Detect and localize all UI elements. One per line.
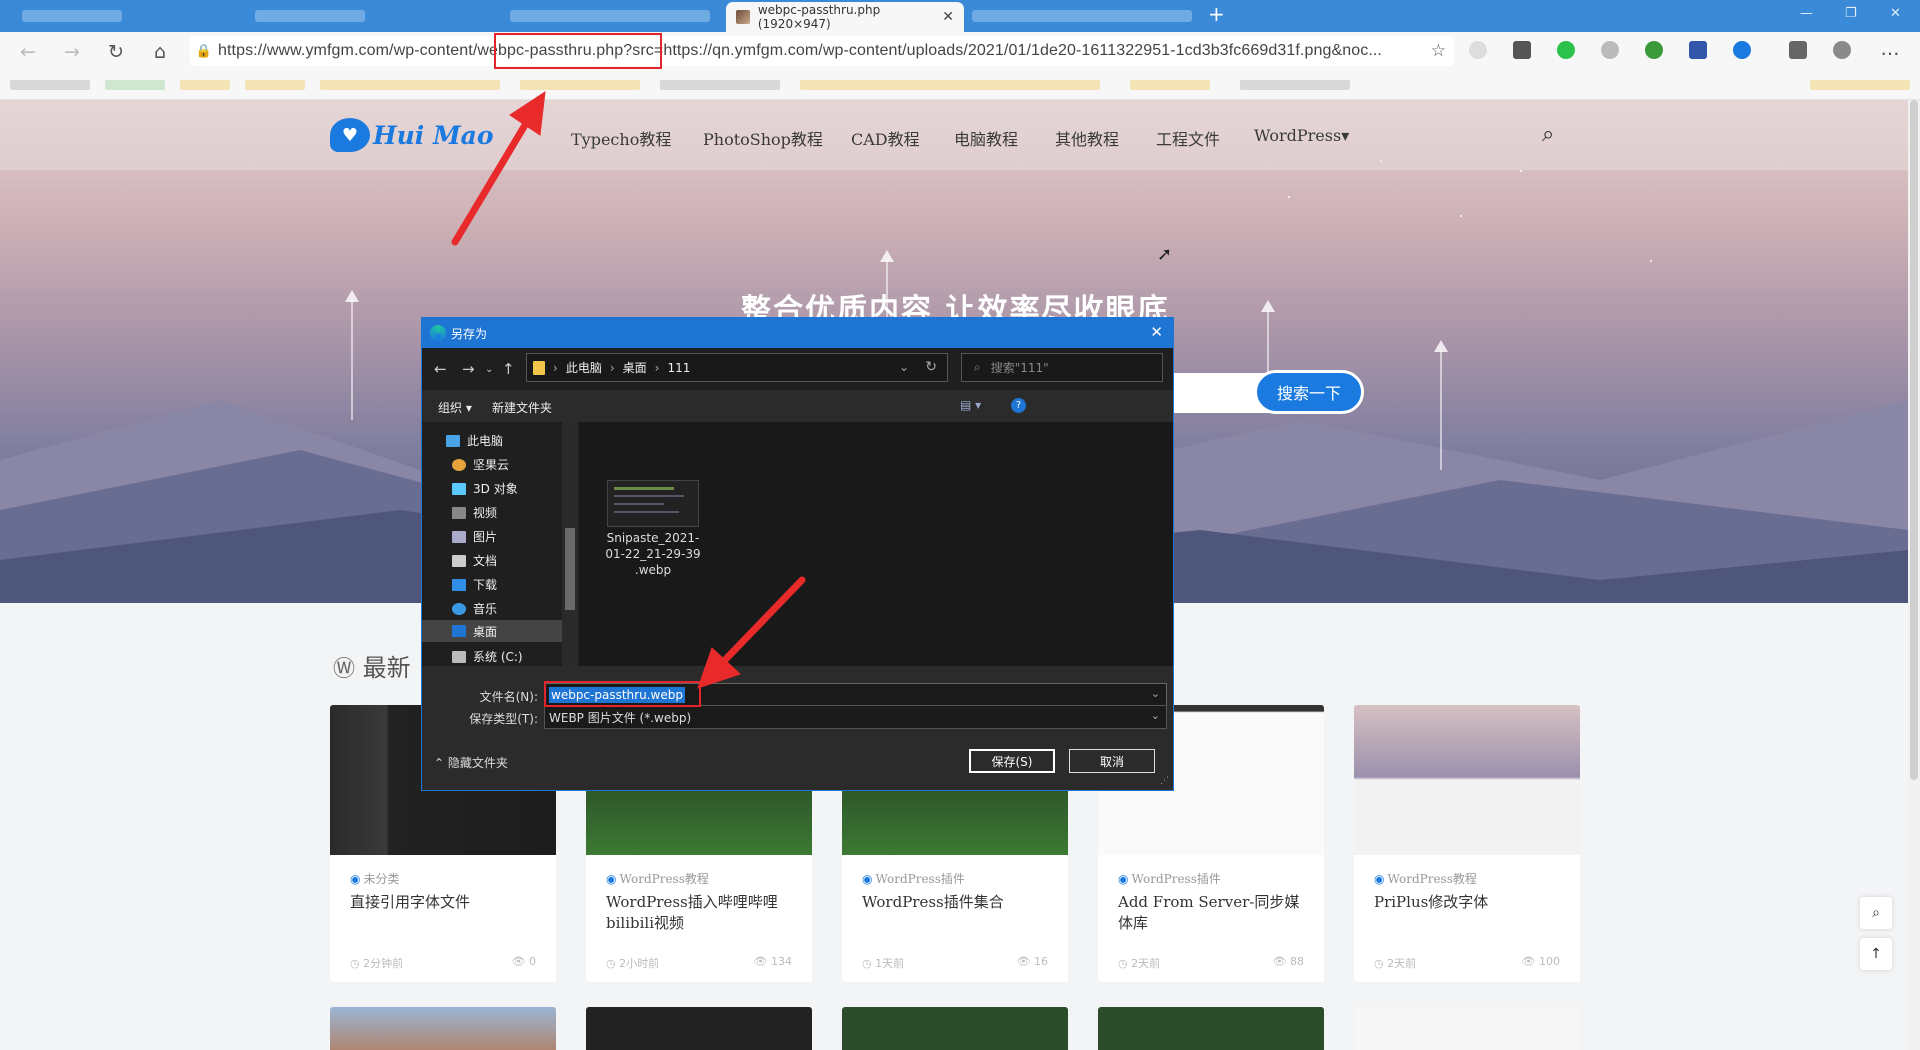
annotation-arrows [451,90,806,689]
mouse-cursor-icon: ➚ [1157,244,1173,265]
